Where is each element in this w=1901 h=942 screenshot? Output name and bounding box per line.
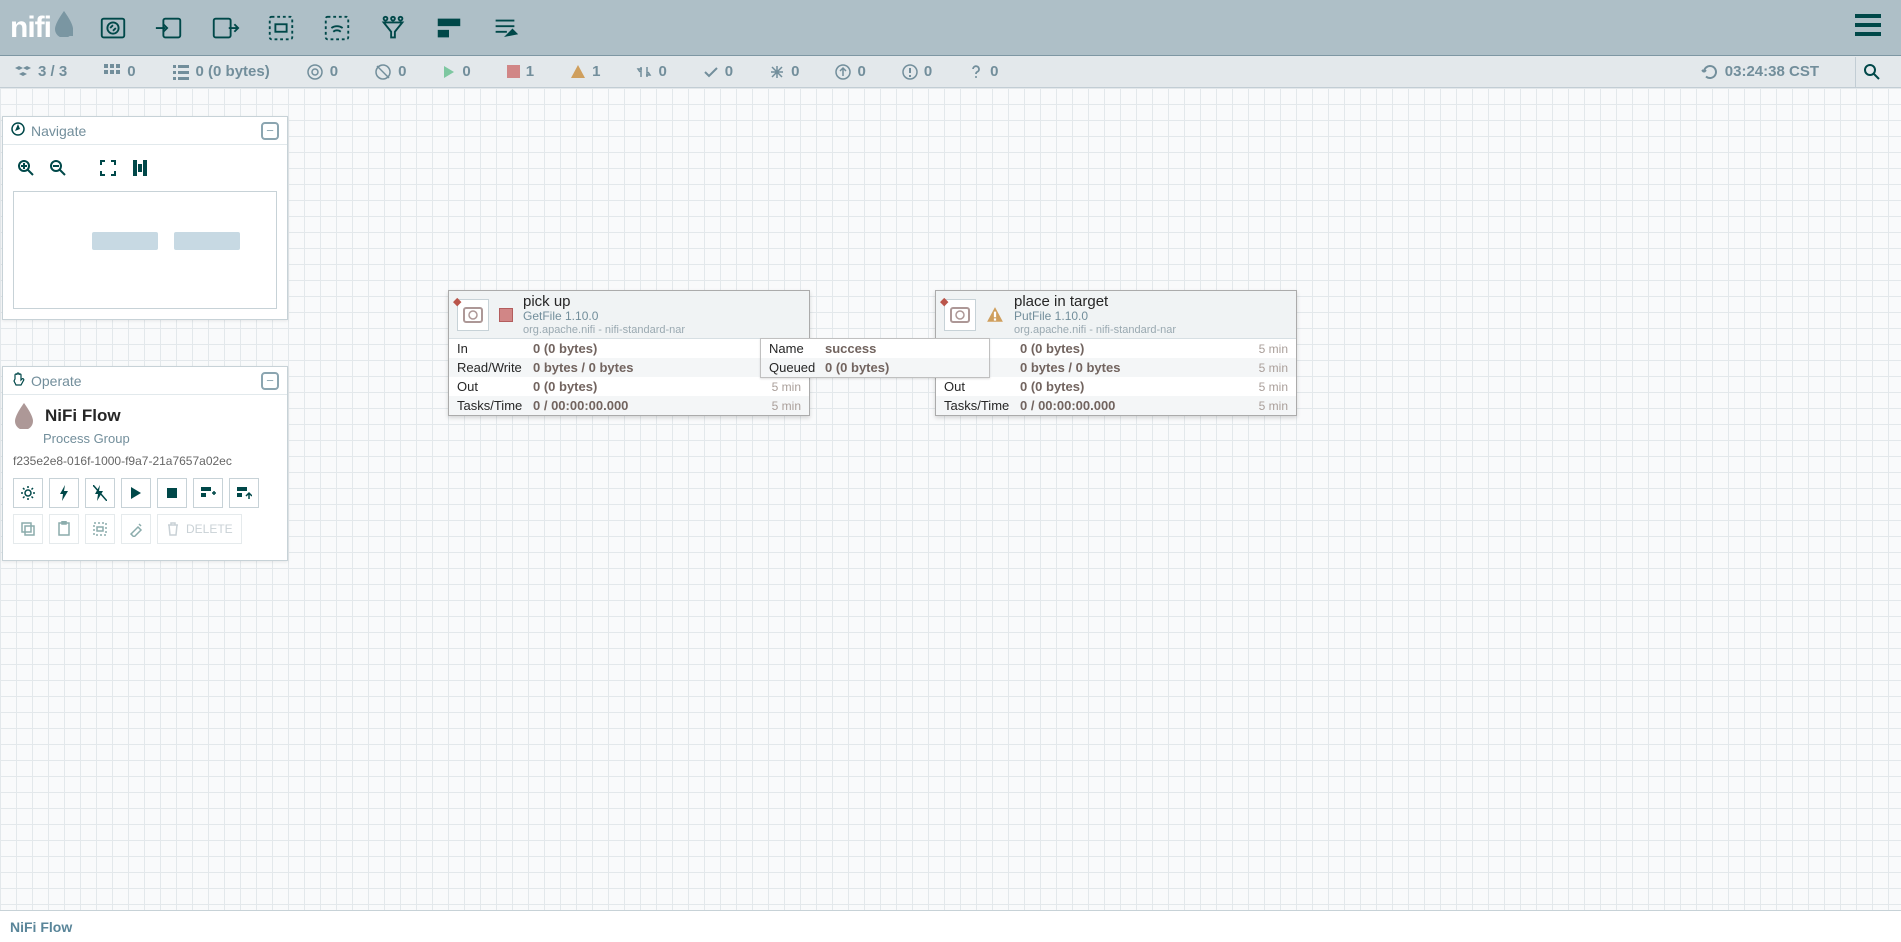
status-stopped-icon <box>499 308 513 322</box>
processor-type: GetFile 1.10.0 <box>523 310 685 324</box>
stat-invalid: 1 <box>570 63 600 80</box>
refresh-icon <box>1701 63 1719 81</box>
stat-active-threads: 3 / 3 <box>14 63 67 81</box>
delete-button: DELETE <box>157 514 242 544</box>
top-toolbar: nifi <box>0 0 1901 56</box>
stat-queued-size: 0 (0 bytes) <box>172 63 270 81</box>
bullseye-off-icon <box>374 63 392 81</box>
zoom-out-button[interactable] <box>45 155 71 181</box>
search-button[interactable] <box>1855 57 1887 87</box>
compass-icon <box>11 122 25 139</box>
cubes-icon <box>14 63 32 81</box>
operate-group-type: Process Group <box>43 431 277 446</box>
processor-name: place in target <box>1014 293 1176 310</box>
collapse-button[interactable]: − <box>261 372 279 390</box>
copy-button <box>13 514 43 544</box>
asterisk-icon <box>769 64 785 80</box>
disable-button[interactable] <box>85 478 115 508</box>
operate-group-name: NiFi Flow <box>45 406 121 426</box>
stat-disabled: 0 <box>636 63 666 80</box>
stat-locally-modified: 0 <box>769 63 799 80</box>
drop-icon <box>13 403 35 429</box>
stat-last-refresh: 03:24:38 CST <box>1701 63 1819 81</box>
exclamation-circle-icon <box>902 64 918 80</box>
start-button[interactable] <box>121 478 151 508</box>
operate-panel: Operate − NiFi Flow Process Group f235e2… <box>2 366 288 561</box>
check-icon <box>703 64 719 80</box>
add-label-button[interactable] <box>477 4 533 52</box>
question-icon <box>968 64 984 80</box>
zoom-in-button[interactable] <box>13 155 39 181</box>
global-menu-button[interactable] <box>1845 6 1891 49</box>
stat-transmitting: 0 <box>306 63 338 81</box>
stop-icon <box>507 65 520 78</box>
breadcrumb-bar: NiFi Flow <box>0 910 1901 942</box>
upload-template-button[interactable] <box>229 478 259 508</box>
stop-button[interactable] <box>157 478 187 508</box>
group-button <box>85 514 115 544</box>
panel-title: Operate <box>31 373 82 389</box>
status-bar: 3 / 3 0 0 (0 bytes) 0 0 0 1 1 0 0 0 <box>0 56 1901 88</box>
add-remote-process-group-button[interactable] <box>309 4 365 52</box>
add-output-port-button[interactable] <box>197 4 253 52</box>
shield-icon: ◆ <box>453 295 461 308</box>
add-funnel-button[interactable] <box>365 4 421 52</box>
stat-uptodate: 0 <box>703 63 733 80</box>
zoom-actual-button[interactable] <box>127 155 153 181</box>
warning-icon <box>570 64 586 80</box>
create-template-button[interactable] <box>193 478 223 508</box>
flow-canvas[interactable]: ◆ pick up GetFile 1.10.0 org.apache.nifi… <box>0 88 1901 910</box>
birdseye-map[interactable] <box>13 191 277 309</box>
configure-button[interactable] <box>13 478 43 508</box>
processor-header: ◆ place in target PutFile 1.10.0 org.apa… <box>936 291 1296 339</box>
connection-label[interactable]: Namesuccess Queued0 (0 bytes) <box>760 338 990 378</box>
stat-total-queued: 0 <box>103 63 135 81</box>
drop-icon <box>53 11 75 45</box>
collapse-button[interactable]: − <box>261 122 279 140</box>
play-icon <box>442 65 456 79</box>
add-template-button[interactable] <box>421 4 477 52</box>
paste-button <box>49 514 79 544</box>
list-icon <box>172 63 190 81</box>
processor-stats: In0 (0 bytes) Read/Write0 bytes / 0 byte… <box>449 339 809 415</box>
status-invalid-icon <box>986 306 1004 324</box>
stat-not-transmitting: 0 <box>374 63 406 81</box>
nifi-logo: nifi <box>10 11 75 45</box>
zoom-fit-button[interactable] <box>95 155 121 181</box>
breadcrumb-root[interactable]: NiFi Flow <box>10 919 72 935</box>
processor-pick-up[interactable]: ◆ pick up GetFile 1.10.0 org.apache.nifi… <box>448 290 810 416</box>
operate-group-id: f235e2e8-016f-1000-f9a7-21a7657a02ec <box>13 454 277 468</box>
grid-icon <box>103 63 121 81</box>
arrow-up-circle-icon <box>835 64 851 80</box>
processor-bundle: org.apache.nifi - nifi-standard-nar <box>1014 324 1176 337</box>
stat-running: 0 <box>442 63 470 80</box>
bullseye-icon <box>306 63 324 81</box>
processor-bundle: org.apache.nifi - nifi-standard-nar <box>523 324 685 337</box>
disabled-icon <box>636 64 652 80</box>
stat-stale: 0 <box>835 63 865 80</box>
search-icon <box>1863 63 1881 81</box>
enable-button[interactable] <box>49 478 79 508</box>
processor-icon: ◆ <box>944 299 976 331</box>
processor-icon: ◆ <box>457 299 489 331</box>
hand-icon <box>11 372 25 389</box>
panel-title: Navigate <box>31 123 86 139</box>
stat-unknown: 0 <box>968 63 998 80</box>
trash-icon <box>166 522 180 536</box>
stat-sync-failure: 0 <box>902 63 932 80</box>
navigate-panel: Navigate − <box>2 116 288 320</box>
color-button <box>121 514 151 544</box>
add-processor-button[interactable] <box>85 4 141 52</box>
stat-stopped: 1 <box>507 63 534 80</box>
add-input-port-button[interactable] <box>141 4 197 52</box>
processor-name: pick up <box>523 293 685 310</box>
processor-header: ◆ pick up GetFile 1.10.0 org.apache.nifi… <box>449 291 809 339</box>
processor-stats: 0 (0 bytes)5 min rite0 bytes / 0 bytes5 … <box>936 339 1296 415</box>
processor-type: PutFile 1.10.0 <box>1014 310 1176 324</box>
add-process-group-button[interactable] <box>253 4 309 52</box>
shield-icon: ◆ <box>940 295 948 308</box>
